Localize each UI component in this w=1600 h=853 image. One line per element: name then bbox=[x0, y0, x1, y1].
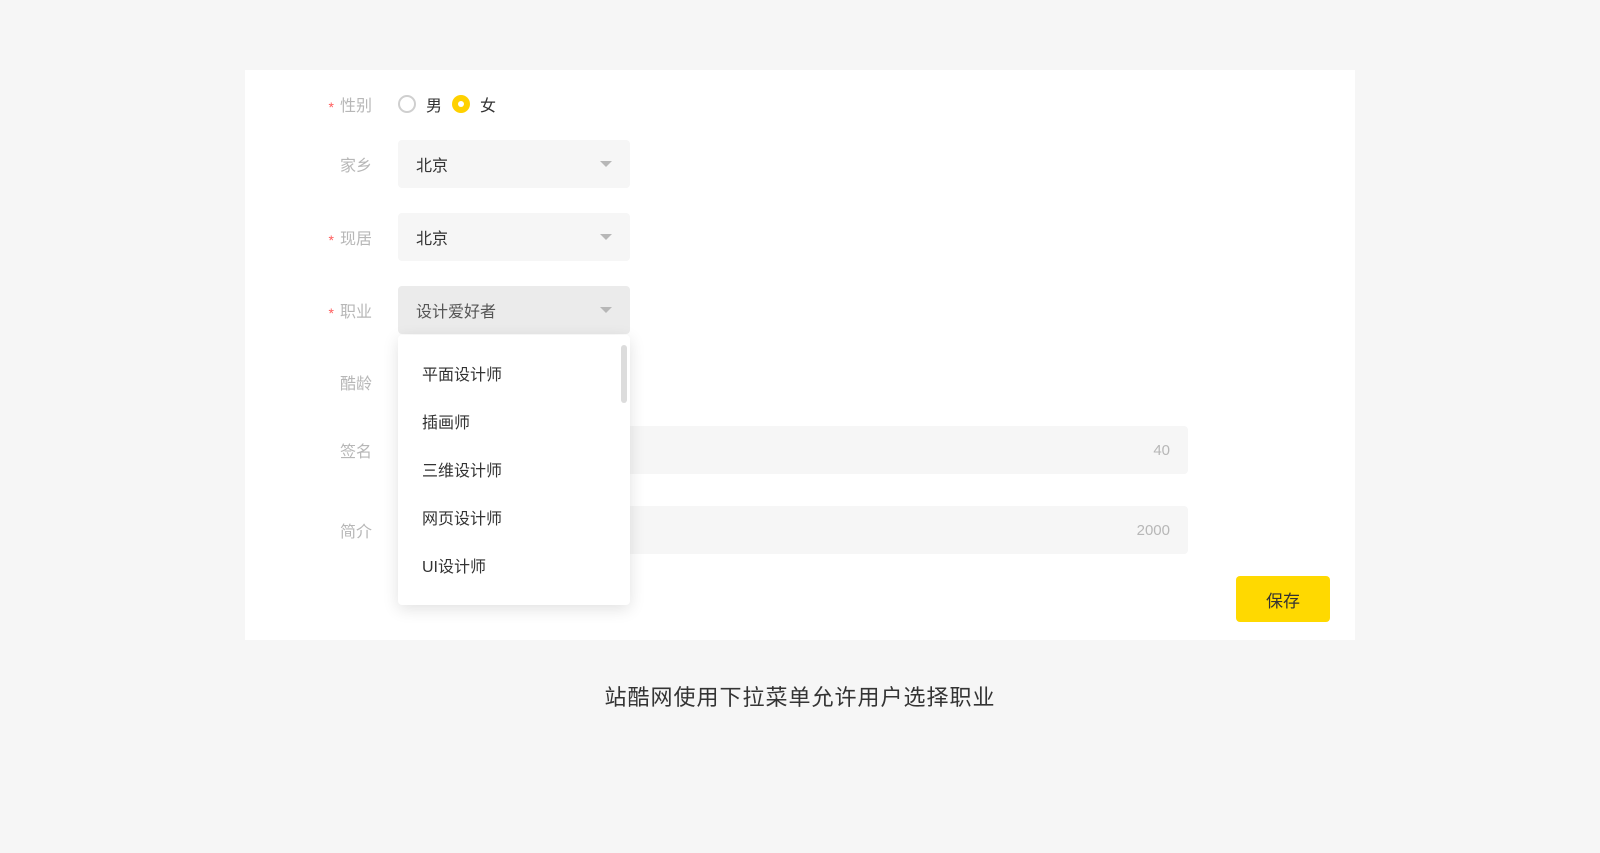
select-value-profession: 设计爱好者 bbox=[416, 298, 496, 322]
chevron-down-icon bbox=[600, 307, 612, 313]
label-gender: * 性别 bbox=[245, 92, 380, 116]
label-residence: * 现居 bbox=[245, 225, 380, 249]
form-card: * 性别 男 女 家乡 北京 * 现居 北京 * 职业 bbox=[245, 70, 1355, 640]
dropdown-option[interactable]: 网页设计师 bbox=[398, 493, 630, 541]
radio-male[interactable] bbox=[398, 95, 416, 113]
label-text-hometown: 家乡 bbox=[340, 158, 372, 175]
radio-female[interactable] bbox=[452, 95, 470, 113]
required-indicator: * bbox=[329, 232, 334, 248]
radio-label-female: 女 bbox=[480, 92, 496, 116]
chevron-down-icon bbox=[600, 234, 612, 240]
save-button-label: 保存 bbox=[1266, 587, 1300, 612]
select-residence[interactable]: 北京 bbox=[398, 213, 630, 261]
label-age: 酷龄 bbox=[245, 370, 380, 394]
gender-radio-group: 男 女 bbox=[398, 92, 496, 116]
select-hometown[interactable]: 北京 bbox=[398, 140, 630, 188]
counter-signature: 40 bbox=[1153, 442, 1170, 459]
row-gender: * 性别 男 女 bbox=[245, 92, 1355, 116]
row-profession: * 职业 设计爱好者 bbox=[245, 286, 1355, 334]
label-signature: 签名 bbox=[245, 438, 380, 462]
label-text-profession: 职业 bbox=[340, 304, 372, 321]
chevron-down-icon bbox=[600, 161, 612, 167]
label-text-signature: 签名 bbox=[340, 444, 372, 461]
label-intro: 简介 bbox=[245, 518, 380, 542]
select-profession[interactable]: 设计爱好者 bbox=[398, 286, 630, 334]
figure-caption: 站酷网使用下拉菜单允许用户选择职业 bbox=[0, 680, 1600, 712]
save-button[interactable]: 保存 bbox=[1236, 576, 1330, 622]
label-text-residence: 现居 bbox=[340, 231, 372, 248]
required-indicator: * bbox=[329, 305, 334, 321]
scrollbar-thumb[interactable] bbox=[621, 345, 627, 403]
label-profession: * 职业 bbox=[245, 298, 380, 322]
dropdown-option[interactable]: UI设计师 bbox=[398, 541, 630, 589]
label-text-gender: 性别 bbox=[340, 98, 372, 115]
row-residence: * 现居 北京 bbox=[245, 213, 1355, 261]
required-indicator: * bbox=[329, 99, 334, 115]
select-value-residence: 北京 bbox=[416, 225, 448, 249]
dropdown-option[interactable]: 插画师 bbox=[398, 397, 630, 445]
profession-dropdown: 平面设计师 插画师 三维设计师 网页设计师 UI设计师 bbox=[398, 335, 630, 605]
radio-label-male: 男 bbox=[426, 92, 442, 116]
counter-intro: 2000 bbox=[1137, 522, 1170, 539]
row-hometown: 家乡 北京 bbox=[245, 140, 1355, 188]
dropdown-option[interactable]: 平面设计师 bbox=[398, 349, 630, 397]
select-value-hometown: 北京 bbox=[416, 152, 448, 176]
dropdown-option[interactable]: 三维设计师 bbox=[398, 445, 630, 493]
label-text-age: 酷龄 bbox=[340, 376, 372, 393]
label-text-intro: 简介 bbox=[340, 524, 372, 541]
label-hometown: 家乡 bbox=[245, 152, 380, 176]
